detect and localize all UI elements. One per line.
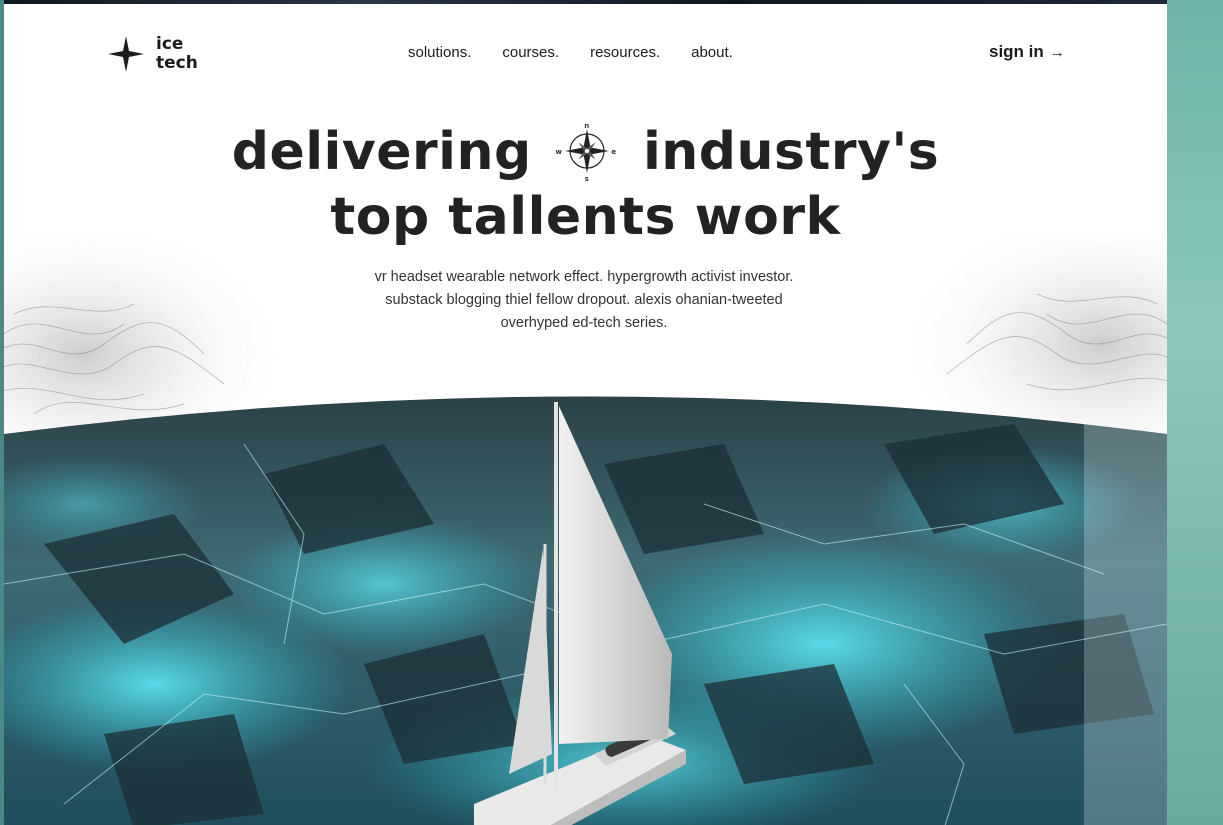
nav-item-courses[interactable]: courses.: [502, 44, 559, 61]
hero-headline: delivering n s e w industry's top tallen…: [4, 122, 1167, 247]
hero-headline-word-delivering: delivering: [231, 122, 532, 182]
arrow-right-icon: →: [1049, 43, 1065, 61]
nav-item-about[interactable]: about.: [691, 44, 733, 61]
brand-name-line2: tech: [156, 53, 198, 73]
sign-in-label: sign in: [989, 42, 1044, 61]
brand-name-line1: ice: [156, 34, 184, 54]
nav-item-solutions[interactable]: solutions.: [408, 44, 471, 61]
main-nav: solutions. courses. resources. about.: [408, 44, 733, 61]
nav-item-resources[interactable]: resources.: [590, 44, 660, 61]
brand-logo[interactable]: ice tech: [106, 34, 198, 74]
compass-label-w: w: [556, 148, 563, 156]
compass-rose-icon: n s e w: [556, 122, 617, 183]
hero-sailboat-on-ice-image: [4, 396, 1167, 825]
brand-name: ice tech: [156, 35, 198, 73]
compass-label-e: e: [612, 148, 617, 156]
landing-page: ice tech solutions. courses. resources. …: [4, 4, 1167, 825]
backdrop-right-panel: [1167, 0, 1223, 825]
hero-headline-line1: delivering n s e w industry's: [4, 122, 1167, 187]
sign-in-link[interactable]: sign in →: [989, 42, 1065, 62]
compass-label-n: n: [585, 122, 590, 130]
compass-star-icon: [108, 36, 144, 72]
hero-headline-word-industrys: industry's: [642, 122, 940, 182]
hero-subtitle: vr headset wearable network effect. hype…: [374, 269, 794, 331]
compass-label-s: s: [585, 175, 590, 183]
hero-headline-line2: top tallents work: [330, 187, 841, 247]
